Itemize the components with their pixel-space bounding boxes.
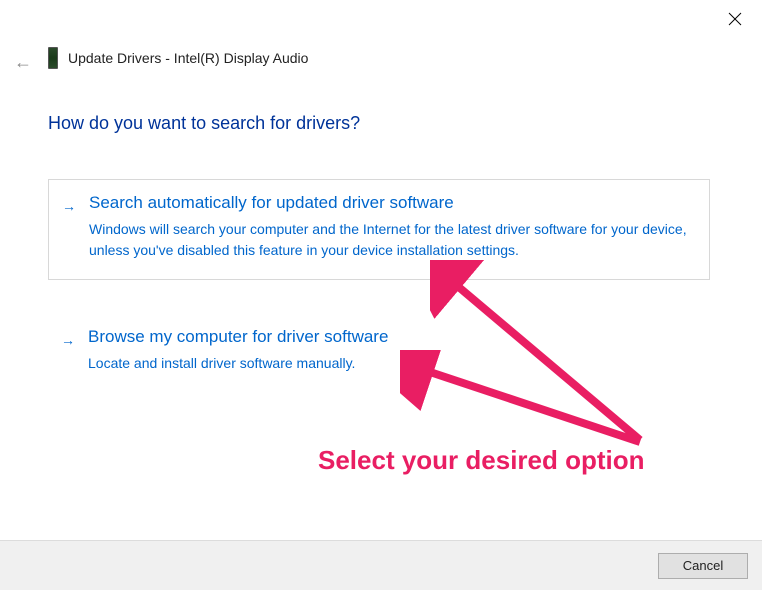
back-button[interactable]: ←	[14, 52, 32, 73]
annotation-label: Select your desired option	[318, 445, 645, 476]
arrow-right-icon: →	[62, 198, 76, 214]
cancel-button[interactable]: Cancel	[658, 553, 748, 579]
window-header: Update Drivers - Intel(R) Display Audio	[48, 47, 308, 69]
option-title: Browse my computer for driver software	[88, 327, 692, 347]
option-description: Locate and install driver software manua…	[88, 353, 692, 374]
device-icon	[48, 47, 58, 69]
close-button[interactable]	[728, 12, 744, 28]
back-arrow-icon: ←	[14, 52, 32, 72]
option-title: Search automatically for updated driver …	[89, 193, 691, 213]
option-description: Windows will search your computer and th…	[89, 219, 691, 261]
page-heading: How do you want to search for drivers?	[48, 113, 360, 134]
window-title: Update Drivers - Intel(R) Display Audio	[68, 50, 308, 66]
option-search-automatically[interactable]: → Search automatically for updated drive…	[48, 179, 710, 280]
arrow-right-icon: →	[61, 332, 75, 348]
footer-bar: Cancel	[0, 540, 762, 590]
option-browse-computer[interactable]: → Browse my computer for driver software…	[48, 314, 710, 392]
close-icon	[728, 12, 742, 26]
